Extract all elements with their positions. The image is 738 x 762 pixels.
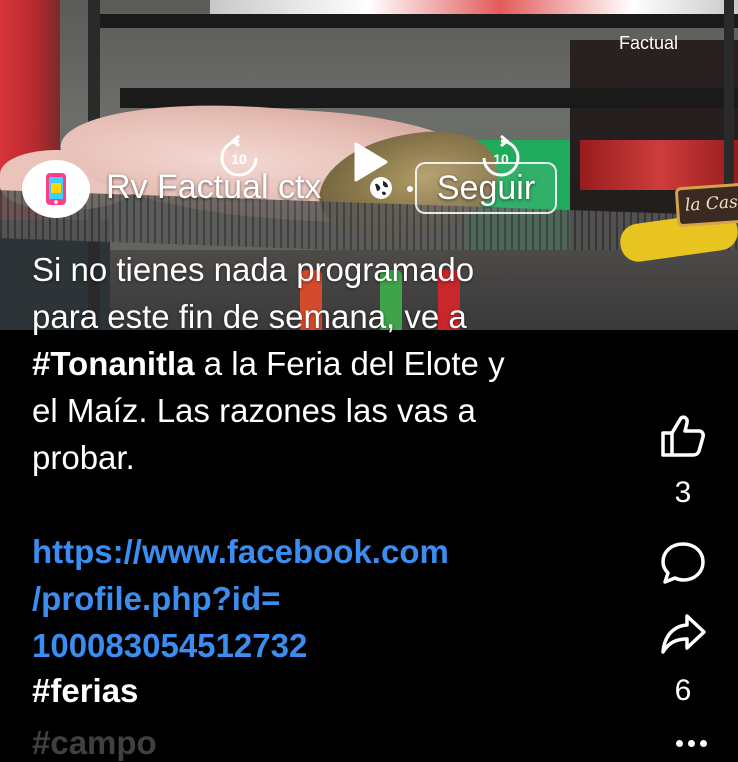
hashtag-link[interactable]: #campo: [32, 724, 157, 762]
caption-line: probar.: [32, 439, 135, 476]
share-button[interactable]: [628, 612, 738, 656]
share-count: 6: [674, 674, 692, 707]
caption-line: para este fin de semana, ve a: [32, 298, 467, 335]
avatar-logo-icon: [46, 173, 66, 205]
caption-text: a la Feria del Elote y: [194, 345, 505, 382]
link-part: 100083054512732: [32, 627, 308, 664]
link-part: https://www.facebook.com: [32, 533, 449, 570]
thumbs-up-icon: [661, 415, 705, 457]
caption-line: el Maíz. Las razones las vas a: [32, 392, 476, 429]
scene-sign: la Cas: [674, 182, 738, 228]
comment-button[interactable]: [628, 540, 738, 586]
comment-icon: [661, 542, 705, 584]
like-count: 3: [674, 476, 692, 509]
caption-line: Si no tienes nada programado: [32, 251, 475, 288]
globe-icon: [368, 175, 394, 206]
scene-red-sign: [580, 140, 738, 190]
link-part: /profile.php?id=: [32, 580, 281, 617]
watermark: Factual: [619, 33, 679, 53]
like-button[interactable]: [628, 413, 738, 459]
share-icon: [661, 614, 706, 654]
follow-button[interactable]: Seguir: [415, 162, 557, 214]
more-dots-icon[interactable]: [676, 740, 707, 747]
post-caption: Si no tienes nada programado para este f…: [32, 246, 612, 481]
hashtag-link[interactable]: #Tonanitla: [32, 345, 195, 382]
profile-link[interactable]: https://www.facebook.com /profile.php?id…: [32, 528, 592, 669]
replay-seconds: 10: [231, 151, 247, 167]
hashtag-link[interactable]: #ferias: [32, 672, 138, 710]
grill-rail: [100, 14, 738, 28]
caption-line: #Tonanitla a la Feria del Elote y: [32, 340, 612, 387]
avatar[interactable]: [22, 160, 90, 218]
separator-dot: [407, 186, 413, 192]
account-name[interactable]: Rv Factual ctx: [106, 168, 321, 207]
